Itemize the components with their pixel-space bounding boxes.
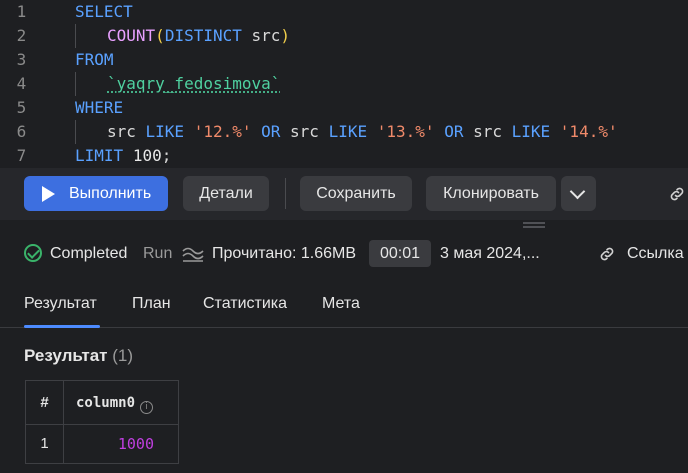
code-text: SELECT (75, 0, 133, 24)
code-line[interactable]: 6 src LIKE '12.%' OR src LIKE '13.%' OR s… (0, 120, 688, 144)
code-line[interactable]: 3 FROM (0, 48, 688, 72)
code-token: '13.%' (376, 122, 435, 141)
query-toolbar: Выполнить Детали Сохранить Клонировать (0, 168, 688, 220)
code-token: COUNT (107, 26, 156, 45)
toolbar-divider (285, 178, 286, 209)
run-button[interactable]: Выполнить (24, 176, 168, 211)
column-header-label: column0 (76, 395, 136, 411)
play-icon (42, 186, 55, 202)
code-text: src LIKE '12.%' OR src LIKE '13.%' OR sr… (107, 120, 618, 144)
code-token: SELECT (75, 2, 133, 21)
save-button-label: Сохранить (316, 185, 396, 202)
code-line[interactable]: 1 SELECT (0, 0, 688, 24)
table-row-index: 1 (26, 425, 64, 463)
indent-guide (75, 120, 76, 144)
code-token: WHERE (75, 98, 124, 117)
check-circle-icon (24, 244, 42, 262)
line-number: 5 (16, 98, 27, 117)
indent-guide (75, 72, 76, 96)
details-button[interactable]: Детали (183, 176, 269, 211)
code-token: '12.%' (193, 122, 252, 141)
grip-line (523, 226, 545, 228)
line-number: 4 (16, 74, 27, 93)
code-token: OR (261, 122, 281, 141)
result-tabs: Результат План Статистика Мета (0, 282, 688, 328)
status-mode: Run (143, 245, 173, 262)
clone-button[interactable]: Клонировать (426, 176, 556, 211)
code-token: FROM (75, 50, 114, 69)
code-line[interactable]: 4 `yaqry_fedosimova` (0, 72, 688, 96)
code-text: `yaqry_fedosimova` (107, 72, 280, 96)
code-token: ; (161, 146, 172, 165)
tab-result[interactable]: Результат (24, 294, 97, 314)
status-state: Completed (50, 245, 128, 262)
column-header-column0[interactable]: column0 i (64, 381, 179, 425)
code-token: src (107, 122, 146, 141)
progress-waves-icon (182, 247, 204, 262)
info-icon[interactable]: i (140, 401, 154, 414)
code-token: src (280, 122, 329, 141)
code-token: LIKE (511, 122, 551, 141)
code-token: `yaqry_fedosimova` (107, 74, 281, 93)
details-button-label: Детали (199, 185, 253, 202)
code-token: DISTINCT (164, 26, 242, 45)
result-title-text: Результат (24, 346, 108, 365)
clone-button-label: Клонировать (443, 185, 539, 202)
result-title: Результат (1) (24, 346, 133, 366)
line-number: 1 (16, 2, 27, 21)
result-table: # column0 i 1 1000 (25, 380, 179, 464)
run-date: 3 мая 2024,... (440, 245, 540, 262)
share-link[interactable]: Ссылка н (627, 244, 688, 264)
column-header-label: # (40, 394, 49, 411)
code-token: 100 (132, 146, 162, 165)
indent-guide (75, 24, 76, 48)
link-icon[interactable] (668, 185, 686, 203)
code-token: ) (280, 26, 291, 45)
line-number: 7 (16, 146, 27, 165)
code-token: '14.%' (559, 122, 618, 141)
run-button-label: Выполнить (69, 185, 152, 202)
code-token: src (463, 122, 512, 141)
active-tab-indicator (24, 325, 100, 328)
code-text: LIMIT 100; (75, 144, 171, 168)
more-options-button[interactable] (561, 176, 596, 211)
chevron-down-icon (569, 183, 586, 200)
query-status-bar: Completed Run Прочитано: 1.66MB 00:01 3 … (0, 234, 688, 274)
tab-meta[interactable]: Мета (322, 294, 360, 314)
tab-statistics[interactable]: Статистика (203, 294, 287, 314)
line-number: 3 (16, 50, 27, 69)
code-token: OR (444, 122, 464, 141)
result-row-count: (1) (112, 346, 134, 365)
line-number: 2 (16, 26, 27, 45)
sql-editor[interactable]: 1 SELECT 2 COUNT(DISTINCT src) 3 FROM 4 `yaqry_… (0, 0, 688, 168)
line-number: 6 (16, 122, 27, 141)
save-button[interactable]: Сохранить (300, 176, 412, 211)
tab-plan[interactable]: План (132, 294, 171, 314)
code-text: WHERE (75, 96, 123, 120)
code-token: ( (155, 26, 165, 45)
grip-line (523, 222, 545, 224)
code-text: COUNT(DISTINCT src) (107, 24, 290, 48)
code-token: src (241, 26, 281, 45)
code-token: LIKE (145, 122, 185, 141)
bytes-read: Прочитано: 1.66MB (212, 245, 357, 262)
code-text: FROM (75, 48, 114, 72)
column-header-index: # (26, 381, 64, 425)
duration-badge: 00:01 (369, 240, 431, 267)
pane-resize-handle[interactable] (0, 220, 688, 234)
code-token: LIKE (328, 122, 368, 141)
table-cell-value[interactable]: 1000 (64, 425, 179, 463)
code-token: LIMIT (75, 146, 124, 165)
link-icon[interactable] (598, 245, 616, 263)
code-line[interactable]: 7 LIMIT 100; (0, 144, 688, 168)
code-line[interactable]: 5 WHERE (0, 96, 688, 120)
code-line[interactable]: 2 COUNT(DISTINCT src) (0, 24, 688, 48)
